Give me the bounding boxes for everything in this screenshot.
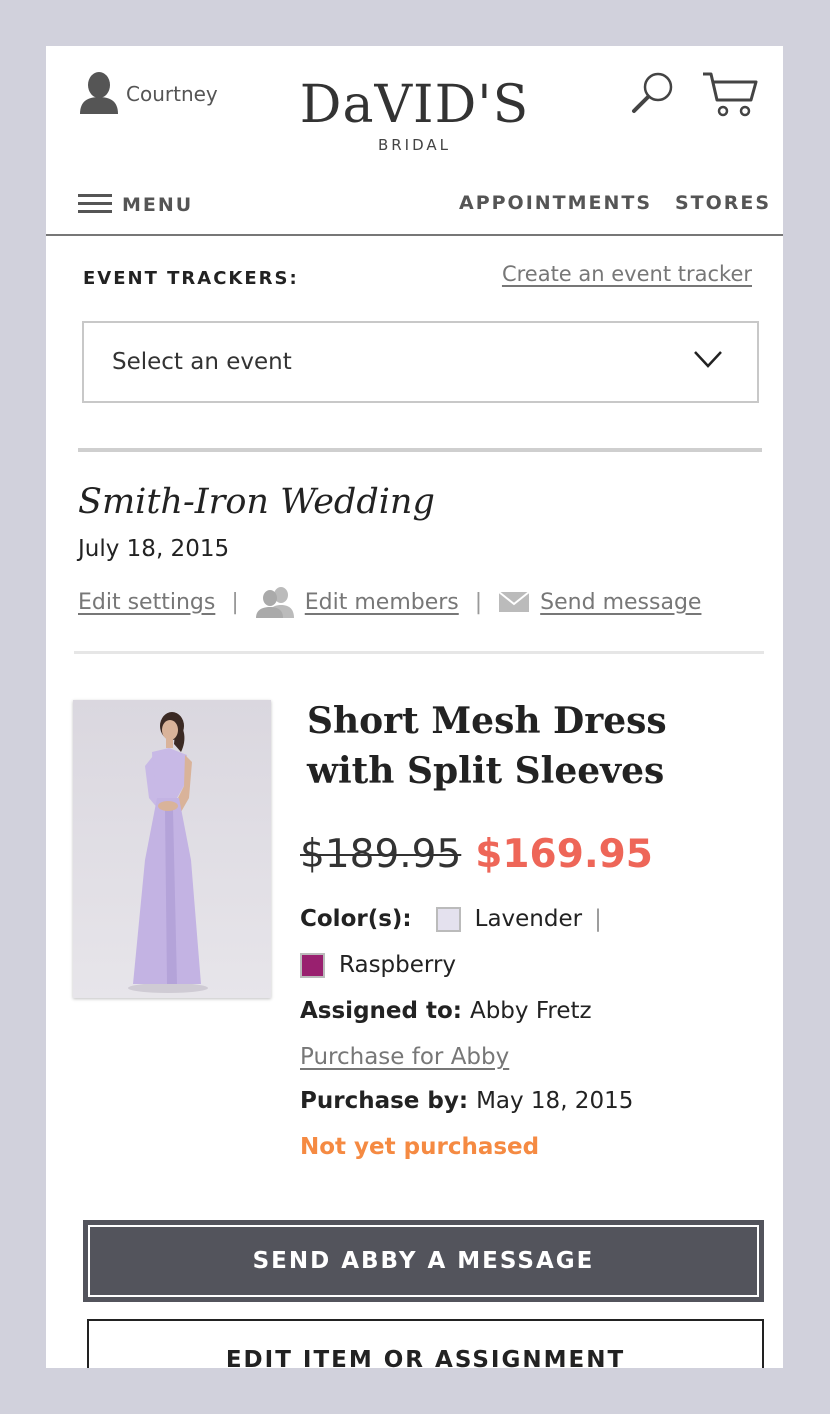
menu-label: MENU xyxy=(122,194,194,216)
swatch-raspberry xyxy=(300,952,325,978)
event-name: Smith-Iron Wedding xyxy=(78,482,435,522)
purchase-status: Not yet purchased xyxy=(300,1134,540,1160)
edit-item-button[interactable]: EDIT ITEM OR ASSIGNMENT xyxy=(87,1319,764,1368)
colors-row-2: Raspberry xyxy=(300,952,456,978)
app-screen: Courtney DaVID'S BRIDAL MENU APPOINTMENT… xyxy=(46,46,783,1368)
separator: | xyxy=(231,589,239,615)
event-select[interactable]: Select an event xyxy=(82,321,759,403)
original-price: $189.95 xyxy=(300,832,462,877)
product-title[interactable]: Short Mesh Dress with Split Sleeves xyxy=(307,696,747,796)
purchase-for-link[interactable]: Purchase for Abby xyxy=(300,1044,509,1070)
edit-members-link[interactable]: Edit members xyxy=(305,590,459,615)
nav-appointments[interactable]: APPOINTMENTS xyxy=(459,192,652,214)
separator: | xyxy=(594,906,602,932)
menu-button[interactable]: MENU xyxy=(78,192,193,218)
edit-settings-link[interactable]: Edit settings xyxy=(78,590,215,615)
purchase-by-label: Purchase by: xyxy=(300,1088,469,1114)
color-name: Raspberry xyxy=(339,952,457,978)
colors-label: Color(s): xyxy=(300,906,412,932)
assigned-row: Assigned to: Abby Fretz xyxy=(300,998,592,1024)
event-select-value: Select an event xyxy=(112,349,292,375)
nav-stores[interactable]: STORES xyxy=(675,192,771,214)
logo-subtitle: BRIDAL xyxy=(377,136,452,154)
purchase-by-date: May 18, 2015 xyxy=(476,1088,634,1114)
members-icon xyxy=(255,586,295,618)
cart-icon xyxy=(701,72,759,122)
send-message-link[interactable]: Send message xyxy=(540,590,701,615)
event-date: July 18, 2015 xyxy=(78,536,230,562)
price-row: $189.95 $169.95 xyxy=(300,832,653,877)
assigned-name: Abby Fretz xyxy=(469,998,592,1024)
color-name: Lavender xyxy=(474,906,583,932)
main-nav: MENU APPOINTMENTS STORES xyxy=(46,186,783,236)
hamburger-icon xyxy=(78,192,112,218)
colors-row: Color(s): Lavender | xyxy=(300,906,602,932)
event-trackers-label: EVENT TRACKERS: xyxy=(83,268,299,289)
assigned-label: Assigned to: xyxy=(300,998,462,1024)
divider xyxy=(74,651,764,654)
divider xyxy=(78,448,762,452)
search-button[interactable] xyxy=(630,70,676,114)
swatch-lavender xyxy=(435,906,461,932)
cart-button[interactable] xyxy=(701,70,759,118)
separator: | xyxy=(474,589,483,615)
chevron-down-icon xyxy=(693,349,723,373)
envelope-icon xyxy=(498,590,530,614)
edit-item-button-label: EDIT ITEM OR ASSIGNMENT xyxy=(225,1347,626,1368)
product-image[interactable] xyxy=(73,700,271,998)
create-event-tracker-link[interactable]: Create an event tracker xyxy=(502,262,752,286)
sale-price: $169.95 xyxy=(475,832,653,877)
event-actions: Edit settings | Edit members | Send mess… xyxy=(78,586,701,618)
search-icon xyxy=(630,72,676,118)
purchase-by-row: Purchase by: May 18, 2015 xyxy=(300,1088,633,1114)
send-message-button-label: SEND ABBY A MESSAGE xyxy=(252,1248,595,1274)
send-message-button[interactable]: SEND ABBY A MESSAGE xyxy=(83,1220,764,1302)
